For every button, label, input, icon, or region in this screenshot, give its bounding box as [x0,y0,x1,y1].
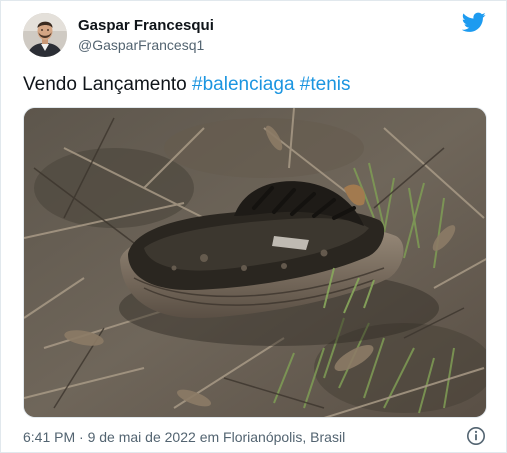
hashtag-balenciaga[interactable]: #balenciaga [192,74,294,95]
tweet-photo[interactable] [23,107,487,418]
twitter-bird-icon[interactable] [462,12,486,33]
location-prefix: em [199,429,220,445]
tweet-date[interactable]: 9 de mai de 2022 [88,429,196,445]
burnt-shoe-photo-icon [24,108,486,417]
tweet-text-body: Vendo Lançamento [23,74,187,95]
display-name[interactable]: Gaspar Francesqui [78,16,214,35]
tweet-header: Gaspar Francesqui @GasparFrancesq1 [23,11,214,59]
hashtag-tenis[interactable]: #tenis [300,74,351,95]
info-icon[interactable] [466,426,486,446]
author-names: Gaspar Francesqui @GasparFrancesq1 [78,16,214,54]
tweet-location[interactable]: Florianópolis, Brasil [223,429,345,445]
user-handle[interactable]: @GasparFrancesq1 [78,36,214,54]
tweet-card: Gaspar Francesqui @GasparFrancesq1 Vendo… [0,0,507,453]
tweet-text: Vendo Lançamento #balenciaga #tenis [23,72,351,98]
tweet-footer: 6:41 PM · 9 de mai de 2022 em Florianópo… [23,427,345,447]
tweet-time[interactable]: 6:41 PM [23,429,75,445]
footer-separator: · [79,429,84,445]
profile-photo-icon [23,13,67,57]
avatar[interactable] [23,13,67,57]
